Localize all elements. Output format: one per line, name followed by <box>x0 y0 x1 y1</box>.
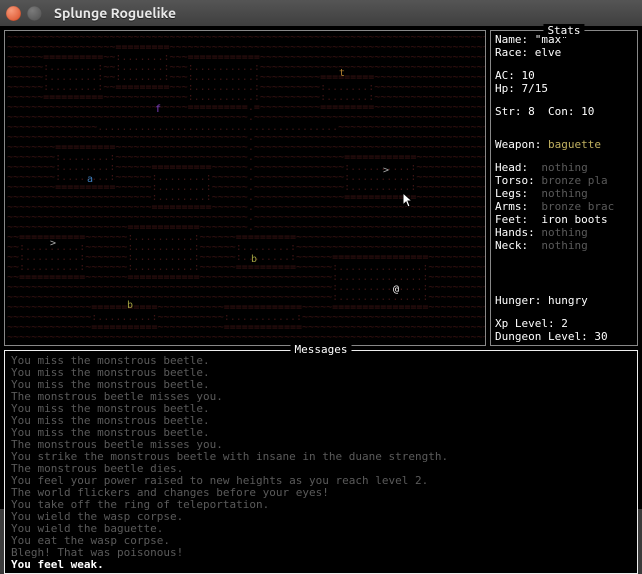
slot-hands: Hands: nothing <box>495 226 633 239</box>
message-highlight: You feel weak. <box>11 559 631 571</box>
messages-panel: Messages You miss the monstrous beetle.Y… <box>4 350 638 574</box>
window-title: Splunge Roguelike <box>54 5 176 21</box>
map-entity: > <box>50 239 56 249</box>
slot-neck: Neck: nothing <box>495 239 633 252</box>
map-entity: f <box>155 105 161 115</box>
map-entity: > <box>383 166 389 176</box>
slot-arms: Arms: bronze brac <box>495 200 633 213</box>
message-line: You take off the ring of teleportation. <box>11 499 631 511</box>
map-entity: b <box>251 255 257 265</box>
client-area: ~~~~~~~~~~~~~~~~~~~~~~~~~~~~~~~~~~~~~~~~… <box>0 26 642 509</box>
stat-strcon: Str: 8 Con: 10 <box>495 105 633 118</box>
mouse-cursor-icon <box>403 193 415 209</box>
stat-weapon: Weapon: baguette <box>495 138 633 151</box>
map-view[interactable]: ~~~~~~~~~~~~~~~~~~~~~~~~~~~~~~~~~~~~~~~~… <box>4 30 486 346</box>
slot-head: Head: nothing <box>495 161 633 174</box>
stat-xp: Xp Level: 2 <box>495 317 633 330</box>
stat-dungeon: Dungeon Level: 30 <box>495 330 633 343</box>
map-entity: t <box>339 69 345 79</box>
slot-torso: Torso: bronze pla <box>495 174 633 187</box>
map-entity: @ <box>393 285 399 295</box>
stats-title: Stats <box>543 24 584 37</box>
messages-title: Messages <box>291 344 352 356</box>
message-line: You wield the baguette. <box>11 523 631 535</box>
message-line: You eat the wasp corpse. <box>11 535 631 547</box>
stat-hp: Hp: 7/15 <box>495 82 633 95</box>
map-grid: ~~~~~~~~~~~~~~~~~~~~~~~~~~~~~~~~~~~~~~~~… <box>5 31 485 345</box>
stat-hunger: Hunger: hungry <box>495 294 633 307</box>
stats-panel: Stats Name: "max" Race: elve AC: 10 Hp: … <box>490 30 638 346</box>
map-entity: a <box>87 175 93 185</box>
message-line: You wield the wasp corpse. <box>11 511 631 523</box>
close-icon[interactable] <box>6 6 21 21</box>
window-titlebar: Splunge Roguelike <box>0 0 642 26</box>
slot-feet: Feet: iron boots <box>495 213 633 226</box>
stat-ac: AC: 10 <box>495 69 633 82</box>
message-line: Blegh! That was poisonous! <box>11 547 631 559</box>
map-entity: b <box>127 301 133 311</box>
stat-race: Race: elve <box>495 46 633 59</box>
slot-legs: Legs: nothing <box>495 187 633 200</box>
minimize-icon[interactable] <box>27 6 42 21</box>
